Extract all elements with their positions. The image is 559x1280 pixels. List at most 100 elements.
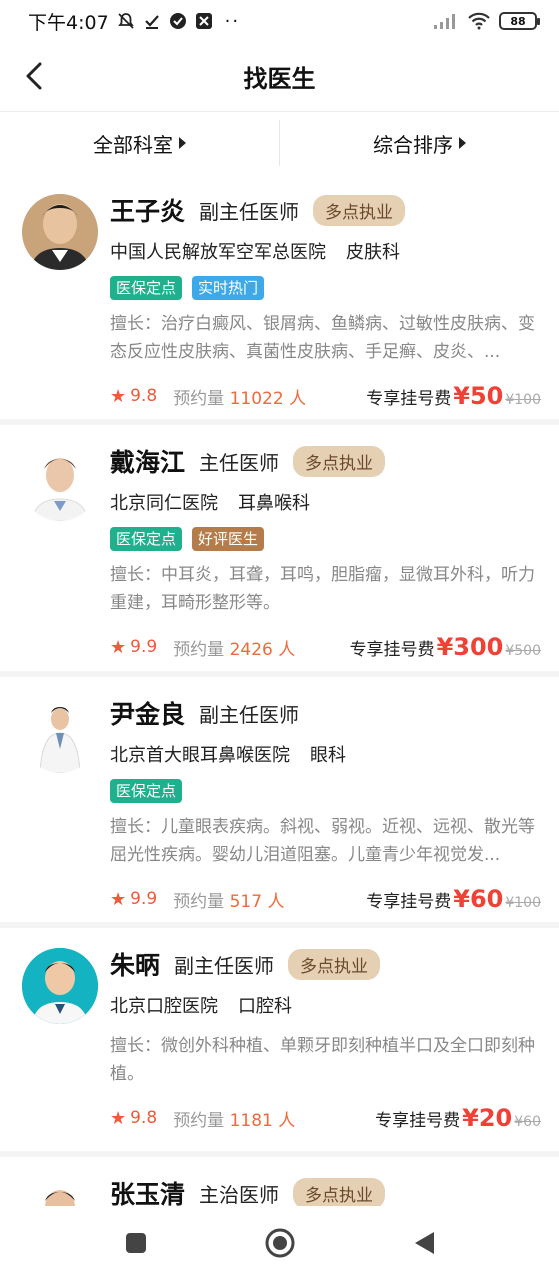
- mute-bell-icon: [117, 12, 135, 30]
- doctor-title: 副主任医师: [174, 953, 275, 978]
- doctor-title: 副主任医师: [199, 199, 300, 224]
- tag-list: 医保定点 实时热门: [110, 276, 541, 300]
- appointment-number: 2426 人: [229, 639, 296, 660]
- tag-list: 医保定点: [110, 779, 541, 803]
- doctor-card[interactable]: 张玉清 主治医师 多点执业: [0, 1157, 559, 1206]
- hospital-name: 北京口腔医院: [110, 996, 218, 1017]
- doctor-card[interactable]: 王子炎 副主任医师 多点执业 中国人民解放军空军总医院 皮肤科 医保定点 实时热…: [0, 174, 559, 425]
- department-name: 口腔科: [238, 996, 292, 1017]
- page-title: 找医生: [243, 65, 316, 93]
- tag-hot: 实时热门: [192, 276, 265, 300]
- doctor-avatar: [22, 445, 98, 521]
- price-block: 专享挂号费 ¥60 ¥100: [366, 885, 541, 913]
- hospital-row: 北京同仁医院 耳鼻喉科: [110, 489, 541, 515]
- home-button[interactable]: [260, 1223, 300, 1263]
- name-row: 王子炎 副主任医师 多点执业: [110, 192, 541, 228]
- rating: ★ 9.9: [110, 889, 157, 910]
- card-footer: ★ 9.9 预约量 2426 人 专享挂号费 ¥300 ¥500: [110, 617, 541, 677]
- nav-header: 找医生: [0, 42, 559, 112]
- department-filter[interactable]: 全部科室: [0, 123, 279, 163]
- name-row: 尹金良 副主任医师: [110, 695, 541, 731]
- fee-label: 专享挂号费: [366, 389, 452, 409]
- doctor-avatar: [22, 194, 98, 270]
- doctor-avatar: [22, 1177, 98, 1206]
- doctor-name: 朱昞: [110, 951, 161, 980]
- doctor-info: 尹金良 副主任医师 北京首大眼耳鼻喉医院 眼科 医保定点 擅长：儿童眼表疾病。斜…: [110, 695, 541, 869]
- doctor-skill: 擅长：治疗白癜风、银屑病、鱼鳞病、过敏性皮肤病、变态反应性皮肤病、真菌性皮肤病、…: [110, 314, 535, 362]
- recent-apps-icon: [125, 1233, 146, 1253]
- tag-insurance: 医保定点: [110, 276, 183, 300]
- doctor-title: 主任医师: [199, 450, 280, 475]
- home-icon: [265, 1228, 294, 1258]
- doctor-card[interactable]: 戴海江 主任医师 多点执业 北京同仁医院 耳鼻喉科 医保定点 好评医生 擅长：中…: [0, 425, 559, 677]
- tag-good-review: 好评医生: [192, 527, 265, 551]
- status-bar: 下午4:07 ·· 88: [0, 0, 559, 42]
- doctor-list: 王子炎 副主任医师 多点执业 中国人民解放军空军总医院 皮肤科 医保定点 实时热…: [0, 174, 559, 1206]
- doctor-avatar: [22, 948, 98, 1024]
- rating-value: 9.8: [130, 1108, 158, 1128]
- appointment-label: 预约量: [173, 639, 225, 660]
- multi-practice-badge: 多点执业: [293, 1177, 386, 1206]
- current-price: ¥60: [453, 885, 504, 913]
- doctor-name: 张玉清: [110, 1180, 186, 1206]
- appointment-number: 11022 人: [229, 388, 307, 409]
- current-price: ¥50: [453, 382, 504, 410]
- doctor-skill: 擅长：儿童眼表疾病。斜视、弱视。近视、远视、散光等屈光性疾病。婴幼儿泪道阻塞。儿…: [110, 817, 535, 865]
- rating: ★ 9.8: [110, 386, 157, 407]
- rating: ★ 9.8: [110, 1108, 157, 1129]
- status-time: 下午4:07: [28, 11, 109, 34]
- original-price: ¥100: [505, 392, 541, 408]
- recent-apps-button[interactable]: [116, 1223, 156, 1263]
- price-block: 专享挂号费 ¥50 ¥100: [366, 382, 541, 410]
- appointment-label: 预约量: [173, 1110, 225, 1131]
- doctor-title: 副主任医师: [199, 702, 300, 727]
- doctor-card[interactable]: 朱昞 副主任医师 多点执业 北京口腔医院 口腔科 擅长：微创外科种植、单颗牙即刻…: [0, 928, 559, 1157]
- hospital-name: 中国人民解放军空军总医院: [110, 242, 326, 263]
- price-block: 专享挂号费 ¥20 ¥60: [375, 1104, 541, 1132]
- fee-label: 专享挂号费: [349, 640, 435, 660]
- sort-filter[interactable]: 综合排序: [280, 123, 559, 163]
- name-row: 戴海江 主任医师 多点执业: [110, 443, 541, 479]
- doctor-info: 张玉清 主治医师 多点执业: [110, 1175, 541, 1206]
- status-right: 88: [433, 12, 540, 30]
- original-price: ¥60: [514, 1114, 541, 1130]
- rating-value: 9.9: [130, 889, 158, 909]
- back-button[interactable]: [14, 56, 54, 96]
- rating: ★ 9.9: [110, 637, 157, 658]
- back-icon: [414, 1232, 434, 1254]
- multi-practice-badge: 多点执业: [293, 445, 386, 477]
- fee-label: 专享挂号费: [366, 892, 452, 912]
- hospital-name: 北京同仁医院: [110, 493, 218, 514]
- doctor-skill: 擅长：微创外科种植、单颗牙即刻种植半口及全口即刻种植。: [110, 1036, 535, 1084]
- hospital-row: 北京首大眼耳鼻喉医院 眼科: [110, 741, 541, 767]
- appointment-count: 预约量 517 人: [173, 887, 284, 912]
- star-icon: ★: [110, 385, 127, 407]
- wifi-icon: [467, 12, 491, 30]
- tag-list: 医保定点 好评医生: [110, 527, 541, 551]
- original-price: ¥100: [505, 895, 541, 911]
- appointment-count: 预约量 11022 人: [173, 384, 306, 409]
- card-footer: ★ 9.8 预约量 1181 人 专享挂号费 ¥20 ¥60: [110, 1088, 541, 1148]
- name-row: 朱昞 副主任医师 多点执业: [110, 946, 541, 982]
- card-footer: ★ 9.8 预约量 11022 人 专享挂号费 ¥50 ¥100: [110, 366, 541, 426]
- department-name: 皮肤科: [346, 242, 400, 263]
- sort-filter-label: 综合排序: [373, 132, 453, 157]
- star-icon: ★: [110, 636, 127, 658]
- doctor-title: 主治医师: [199, 1182, 280, 1207]
- download-check-icon: [143, 12, 161, 30]
- doctor-info: 戴海江 主任医师 多点执业 北京同仁医院 耳鼻喉科 医保定点 好评医生 擅长：中…: [110, 443, 541, 617]
- hospital-name: 北京首大眼耳鼻喉医院: [110, 745, 290, 766]
- star-icon: ★: [110, 1107, 127, 1129]
- doctor-card[interactable]: 尹金良 副主任医师 北京首大眼耳鼻喉医院 眼科 医保定点 擅长：儿童眼表疾病。斜…: [0, 677, 559, 928]
- rating-value: 9.8: [130, 386, 158, 406]
- doctor-name: 王子炎: [110, 197, 186, 226]
- battery-icon: 88: [499, 12, 540, 30]
- hospital-row: 中国人民解放军空军总医院 皮肤科: [110, 238, 541, 264]
- appointment-number: 1181 人: [229, 1110, 296, 1131]
- doctor-info: 朱昞 副主任医师 多点执业 北京口腔医院 口腔科 擅长：微创外科种植、单颗牙即刻…: [110, 946, 541, 1088]
- appointment-count: 预约量 2426 人: [173, 635, 295, 660]
- multi-practice-badge: 多点执业: [313, 194, 406, 226]
- card-footer: ★ 9.9 预约量 517 人 专享挂号费 ¥60 ¥100: [110, 869, 541, 929]
- system-back-button[interactable]: [404, 1223, 444, 1263]
- star-icon: ★: [110, 888, 127, 910]
